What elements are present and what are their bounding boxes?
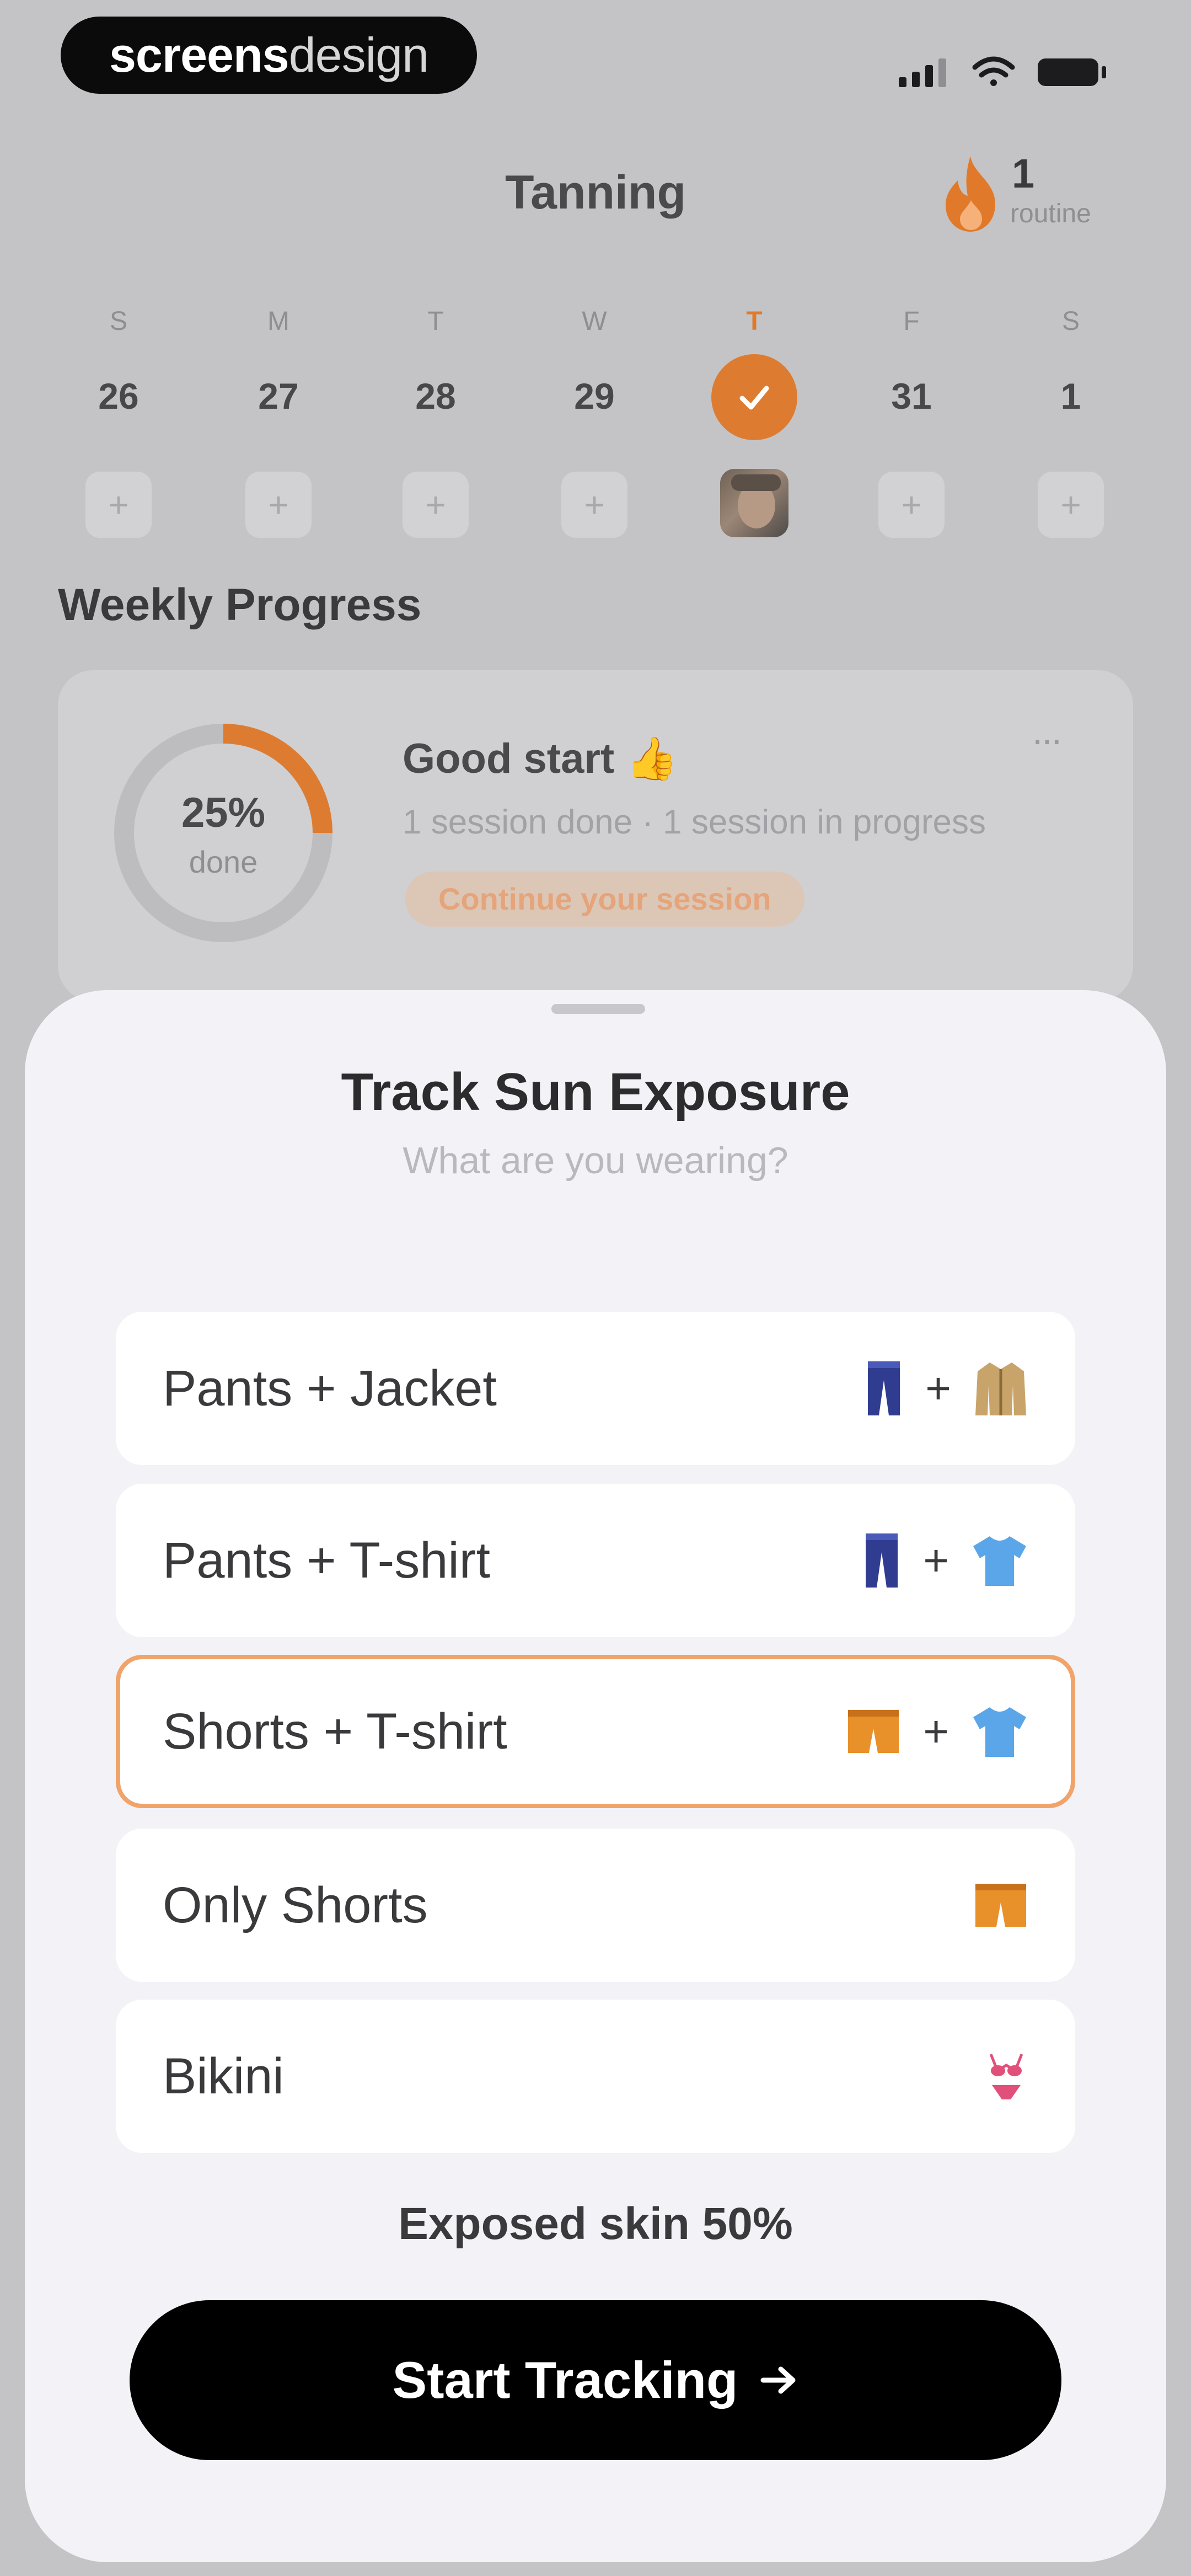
- add-photo-button[interactable]: +: [878, 472, 945, 538]
- battery-icon: [1038, 58, 1106, 86]
- day-date[interactable]: 1: [1016, 375, 1126, 417]
- plus-icon: +: [925, 1364, 951, 1413]
- exposed-skin-value: Exposed skin 50%: [398, 2199, 793, 2249]
- progress-status-title: Good start 👍: [403, 735, 678, 782]
- plus-icon: +: [901, 485, 922, 525]
- logo-text-bold: screens: [109, 28, 289, 82]
- logo-text-light: design: [288, 28, 429, 82]
- day-of-week: S: [109, 307, 127, 336]
- day-date[interactable]: 27: [223, 375, 334, 417]
- add-photo-button[interactable]: +: [561, 472, 627, 538]
- outfit-option-bikini[interactable]: Bikini: [116, 2000, 1075, 2153]
- day-of-week: M: [267, 307, 289, 336]
- day-date[interactable]: 28: [380, 375, 491, 417]
- progress-done-label: done: [189, 845, 258, 879]
- plus-icon: +: [268, 485, 289, 525]
- day-of-week: W: [582, 307, 607, 336]
- add-photo-button[interactable]: +: [85, 472, 152, 538]
- streak-count: 1: [1012, 151, 1035, 196]
- sheet-grabber[interactable]: [551, 1004, 645, 1014]
- pants-icon: [868, 1361, 900, 1415]
- shorts-icon: [975, 1884, 1026, 1927]
- streak-label: routine: [1010, 199, 1091, 228]
- add-photo-button[interactable]: +: [245, 472, 312, 538]
- screensdesign-logo: screens design: [61, 17, 477, 94]
- add-photo-button[interactable]: +: [403, 472, 469, 538]
- outfit-option-pants-tshirt[interactable]: Pants + T-shirt +: [116, 1484, 1075, 1637]
- progress-status-detail: 1 session done · 1 session in progress: [403, 803, 986, 841]
- day-date[interactable]: 31: [856, 375, 967, 417]
- start-tracking-button[interactable]: Start Tracking: [130, 2300, 1061, 2460]
- status-icons: [899, 56, 1106, 87]
- jacket-icon: [975, 1362, 1026, 1415]
- progress-percent: 25%: [181, 789, 266, 836]
- today-photo-thumbnail[interactable]: [720, 469, 788, 537]
- plus-icon: +: [425, 485, 446, 525]
- plus-icon: +: [1060, 485, 1081, 525]
- checkmark-icon: [739, 386, 769, 410]
- plus-icon: +: [923, 1707, 949, 1756]
- start-tracking-label: Start Tracking: [392, 2351, 738, 2409]
- signal-icon: [899, 58, 946, 87]
- tshirt-icon: [973, 1707, 1026, 1757]
- outfit-option-label: Pants + Jacket: [163, 1360, 497, 1417]
- sheet-subtitle: What are you wearing?: [403, 1140, 788, 1182]
- arrow-right-icon: [760, 2366, 796, 2394]
- outfit-option-label: Shorts + T-shirt: [163, 1703, 507, 1760]
- add-photo-button[interactable]: +: [1038, 472, 1104, 538]
- day-of-week: S: [1061, 307, 1080, 336]
- tshirt-icon: [973, 1536, 1026, 1586]
- outfit-option-only-shorts[interactable]: Only Shorts: [116, 1829, 1075, 1982]
- day-of-week-today: T: [746, 307, 763, 336]
- bikini-icon: [989, 2054, 1023, 2099]
- today-completed-checkmark[interactable]: [711, 354, 797, 440]
- wifi-icon: [972, 56, 1015, 86]
- day-of-week: T: [427, 307, 444, 336]
- section-heading-weekly-progress: Weekly Progress: [58, 580, 422, 630]
- outfit-option-label: Only Shorts: [163, 1877, 428, 1933]
- face-photo-icon: [731, 474, 781, 528]
- outfit-option-pants-jacket[interactable]: Pants + Jacket +: [116, 1312, 1075, 1465]
- sheet-title: Track Sun Exposure: [341, 1062, 850, 1121]
- flame-icon: [946, 156, 995, 232]
- outfit-option-label: Bikini: [163, 2048, 284, 2104]
- day-date[interactable]: 29: [539, 375, 650, 417]
- pants-icon: [866, 1533, 898, 1588]
- plus-icon: +: [108, 485, 129, 525]
- outfit-option-label: Pants + T-shirt: [163, 1532, 491, 1589]
- continue-session-button[interactable]: Continue your session: [405, 872, 804, 927]
- day-of-week: F: [903, 307, 920, 336]
- outfit-option-shorts-tshirt[interactable]: Shorts + T-shirt +: [116, 1655, 1075, 1808]
- day-date[interactable]: 26: [63, 375, 174, 417]
- more-options-icon[interactable]: ···: [1031, 717, 1063, 761]
- shorts-icon: [848, 1710, 899, 1753]
- plus-icon: +: [584, 485, 605, 525]
- plus-icon: +: [923, 1536, 949, 1585]
